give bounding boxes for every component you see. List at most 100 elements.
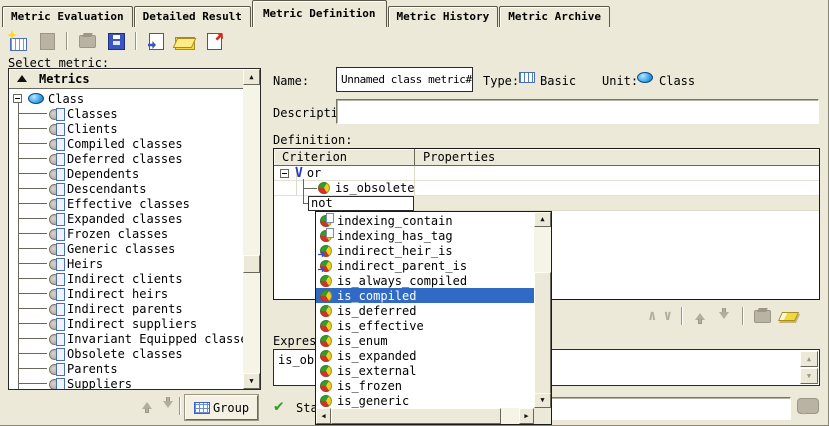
tree-item[interactable]: Clients — [9, 121, 243, 136]
properties-column-header[interactable]: Properties — [414, 149, 819, 165]
metric-tree-header[interactable]: Metrics — [9, 69, 243, 89]
scroll-thumb[interactable] — [331, 408, 501, 424]
tree-item[interactable]: Parents — [9, 361, 243, 376]
dropdown-item[interactable]: is_effective — [316, 318, 534, 333]
tree-branch-line — [18, 278, 47, 279]
tree-item[interactable]: Deferred classes — [9, 151, 243, 166]
dropdown-item[interactable]: indexing_contain — [316, 213, 534, 228]
open-metrics-file-icon[interactable] — [173, 30, 197, 52]
tree-branch-line — [18, 248, 47, 249]
dropdown-vertical-scrollbar[interactable]: ▲ ▼ — [534, 212, 551, 408]
tree-item-label: Class — [48, 92, 84, 106]
dropdown-item[interactable]: is_enum — [316, 333, 534, 348]
type-value: Basic — [540, 74, 576, 88]
tree-item[interactable]: Frozen classes — [9, 226, 243, 241]
delete-criterion-icon — [753, 305, 773, 327]
criterion-row-or[interactable]: V or — [274, 166, 819, 181]
import-metrics-icon[interactable] — [144, 30, 168, 52]
tree-item[interactable]: Obsolete classes — [9, 346, 243, 361]
dropdown-item[interactable]: is_deferred — [316, 303, 534, 318]
tree-vertical-scrollbar[interactable]: ▲ ▼ — [243, 69, 260, 389]
criterion-row-is-obsolete[interactable]: is_obsolete — [274, 181, 819, 196]
expression-spinner[interactable]: ▲ ▼ — [800, 351, 818, 384]
collapse-icon[interactable] — [13, 94, 22, 103]
dropdown-item[interactable]: indirect_heir_is — [316, 243, 534, 258]
tree-item[interactable]: Effective classes — [9, 196, 243, 211]
scroll-left-icon[interactable]: ◀ — [316, 408, 331, 424]
metric-icon — [49, 153, 65, 165]
new-metric-icon[interactable] — [6, 30, 30, 52]
tree-item[interactable]: Class — [9, 91, 243, 106]
metric-tool-window: Metric EvaluationDetailed ResultMetric D… — [0, 0, 829, 426]
dropdown-item[interactable]: is_frozen — [316, 378, 534, 393]
criterion-row-not[interactable]: not — [274, 196, 819, 211]
tree-item[interactable]: Heirs — [9, 256, 243, 271]
scroll-thumb[interactable] — [534, 272, 551, 394]
tree-branch-line — [18, 113, 47, 114]
description-input[interactable] — [336, 99, 819, 124]
group-grid-icon — [194, 402, 210, 414]
save-metric-icon[interactable] — [104, 30, 128, 52]
scroll-right-icon[interactable]: ▶ — [519, 408, 534, 424]
tree-item[interactable]: Descendants — [9, 181, 243, 196]
group-button[interactable]: Group — [185, 395, 258, 420]
group-button-label: Group — [213, 401, 249, 415]
tree-item[interactable]: Expanded classes — [9, 211, 243, 226]
tree-item[interactable]: Compiled classes — [9, 136, 243, 151]
tab-bar: Metric EvaluationDetailed ResultMetric D… — [2, 1, 611, 27]
scroll-thumb[interactable] — [243, 255, 260, 273]
dropdown-item[interactable]: is_always_compiled — [316, 273, 534, 288]
criterion-editor-input[interactable]: not — [308, 196, 414, 211]
export-metrics-icon[interactable] — [202, 30, 226, 52]
tree-branch-line — [18, 203, 47, 204]
type-label: Type: — [483, 74, 519, 88]
tree-item[interactable]: Indirect heirs — [9, 286, 243, 301]
scroll-up-icon[interactable]: ▲ — [534, 212, 551, 227]
scroll-down-icon[interactable]: ▼ — [534, 393, 551, 408]
spinner-down-icon[interactable]: ▼ — [800, 368, 818, 384]
criterion-toolbar: ∧ ∨ — [648, 306, 797, 326]
metric-icon — [49, 258, 65, 270]
scroll-up-icon[interactable]: ▲ — [243, 69, 260, 85]
dropdown-item[interactable]: is_compiled — [316, 288, 534, 303]
tree-item[interactable]: Indirect suppliers — [9, 316, 243, 331]
spinner-up-icon[interactable]: ▲ — [800, 351, 818, 367]
criterion-dropdown-list: indexing_contain indexing_has_tag indire… — [316, 213, 534, 408]
tree-item-label: Indirect clients — [67, 272, 183, 286]
tab[interactable]: Metric Definition — [252, 0, 387, 27]
tree-item[interactable]: Invariant Equipped classes — [9, 331, 243, 346]
tab[interactable]: Metric History — [388, 6, 499, 27]
scroll-down-icon[interactable]: ▼ — [243, 373, 260, 389]
tab[interactable]: Metric Archive — [499, 6, 610, 27]
collapse-icon[interactable] — [280, 169, 289, 178]
erase-criterion-icon[interactable] — [778, 312, 799, 321]
criterion-pie-icon — [318, 182, 330, 194]
dropdown-item[interactable]: is_external — [316, 363, 534, 378]
dropdown-item[interactable]: indirect_parent_is — [316, 258, 534, 273]
metric-icon — [49, 303, 65, 315]
tree-branch-line — [18, 188, 47, 189]
tree-item-label: Clients — [67, 122, 118, 136]
tree-branch-line — [18, 383, 47, 384]
copy-metric-icon — [35, 30, 59, 52]
tab[interactable]: Metric Evaluation — [2, 6, 133, 27]
tree-item-label: Generic classes — [67, 242, 175, 256]
valid-check-icon: ✔ — [274, 396, 284, 415]
criterion-row-label: or — [307, 166, 321, 180]
tree-item[interactable]: Indirect clients — [9, 271, 243, 286]
dropdown-item[interactable]: indexing_has_tag — [316, 228, 534, 243]
metric-icon — [49, 183, 65, 195]
tree-item-label: Heirs — [67, 257, 103, 271]
name-input[interactable]: Unnamed class metric#3 — [336, 67, 473, 92]
tree-item[interactable]: Dependents — [9, 166, 243, 181]
tree-item[interactable]: Classes — [9, 106, 243, 121]
tree-item[interactable]: Generic classes — [9, 241, 243, 256]
criterion-column-header[interactable]: Criterion — [274, 150, 414, 164]
tree-item[interactable]: Indirect parents — [9, 301, 243, 316]
tree-item[interactable]: Suppliers — [9, 376, 243, 390]
dropdown-horizontal-scrollbar[interactable]: ◀ ▶ — [316, 408, 534, 424]
dropdown-item[interactable]: is_expanded — [316, 348, 534, 363]
tab[interactable]: Detailed Result — [134, 6, 251, 27]
toolbar-separator — [681, 307, 683, 325]
dropdown-item[interactable]: is_generic — [316, 393, 534, 408]
